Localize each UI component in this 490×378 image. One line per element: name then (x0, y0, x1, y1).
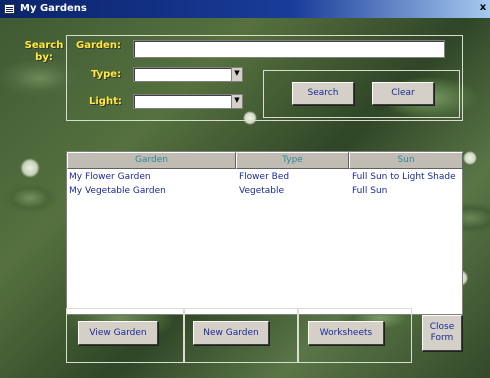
close-form-button[interactable]: Close Form (422, 315, 462, 351)
list-header: Garden Type Sun (67, 152, 463, 169)
worksheets-button[interactable]: Worksheets (308, 321, 384, 345)
chevron-down-icon[interactable]: ▼ (231, 68, 242, 81)
garden-label: Garden: (76, 40, 121, 51)
sun-cell: Full Sun (352, 186, 388, 196)
column-header-garden[interactable]: Garden (67, 152, 236, 169)
column-header-type[interactable]: Type (236, 152, 349, 169)
type-cell: Vegetable (239, 186, 285, 196)
garden-cell: My Vegetable Garden (69, 186, 166, 196)
my-gardens-window: My Gardens x Search by: Garden: Type: ▼ … (0, 0, 490, 378)
table-row[interactable]: My Vegetable Garden Vegetable Full Sun (67, 185, 462, 198)
clear-button[interactable]: Clear (372, 82, 434, 105)
garden-background: Search by: Garden: Type: ▼ Light: ▼ Sear… (0, 18, 490, 378)
table-row[interactable]: My Flower Garden Flower Bed Full Sun to … (67, 171, 462, 184)
sun-cell: Full Sun to Light Shade (352, 172, 456, 182)
light-label: Light: (89, 96, 122, 107)
form-icon (4, 4, 15, 14)
garden-input[interactable] (133, 40, 445, 58)
title-bar[interactable]: My Gardens x (0, 0, 490, 18)
close-icon[interactable]: x (477, 2, 489, 15)
type-dropdown[interactable]: ▼ (133, 67, 243, 82)
chevron-down-icon[interactable]: ▼ (231, 95, 242, 108)
gardens-list[interactable]: Garden Type Sun My Flower Garden Flower … (66, 151, 463, 315)
search-button[interactable]: Search (292, 82, 354, 105)
light-dropdown[interactable]: ▼ (133, 94, 243, 109)
search-by-label: Search by: (24, 40, 64, 63)
view-garden-button[interactable]: View Garden (78, 321, 158, 345)
garden-cell: My Flower Garden (69, 172, 151, 182)
type-cell: Flower Bed (239, 172, 290, 182)
type-label: Type: (91, 69, 122, 80)
column-header-sun[interactable]: Sun (349, 152, 463, 169)
new-garden-button[interactable]: New Garden (193, 321, 269, 345)
window-title: My Gardens (20, 3, 87, 14)
